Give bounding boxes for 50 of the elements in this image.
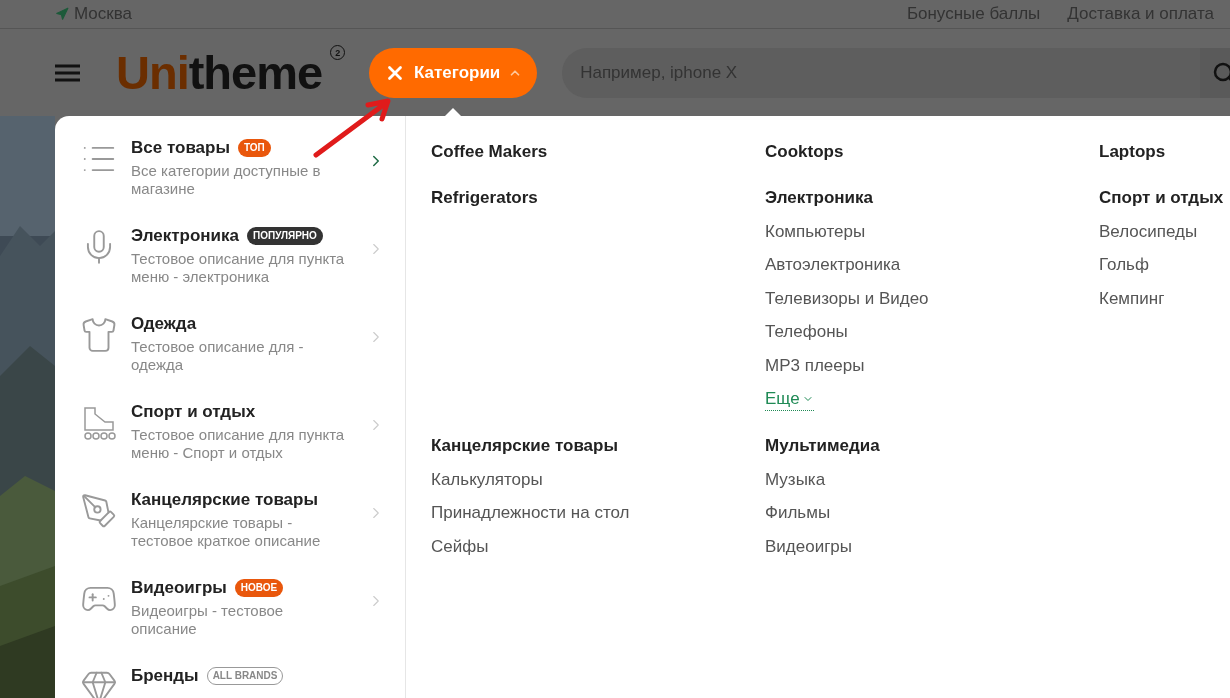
category-heading-link[interactable]: Мультимедиа [765, 435, 1099, 457]
category-title: Все товары [131, 138, 230, 158]
subcategory-link[interactable]: Калькуляторы [431, 468, 765, 491]
subcategory-link[interactable]: Велосипеды [1099, 220, 1230, 243]
category-heading-link[interactable]: Канцелярские товары [431, 435, 765, 457]
category-badge: ТОП [238, 139, 271, 157]
category-description: Канцелярские товары - тестовое краткое описание [131, 514, 322, 550]
category-description: Тестовое описание для пункта меню - Спорт и отдых [131, 426, 346, 462]
subcategory-link[interactable]: Телефоны [765, 321, 1099, 343]
category-description: Видеоигры - тестовое описание [131, 602, 285, 638]
category-heading-link[interactable]: Cooktops [765, 141, 1099, 163]
category-menu-item[interactable]: Одежда Тестовое описание для - одежда [55, 312, 405, 400]
category-menu-item[interactable]: Бренды ALL BRANDS [55, 664, 405, 698]
subcategory-link[interactable]: MP3 плееры [765, 354, 1099, 377]
subcategory-link[interactable]: Музыка [765, 468, 1099, 491]
subcategory-link[interactable]: Телевизоры и Видео [765, 287, 1099, 310]
subcategory-link[interactable]: Сейфы [431, 535, 765, 558]
category-heading-link[interactable]: Coffee Makers [431, 141, 765, 163]
category-badge: ПОПУЛЯРНО [247, 227, 323, 245]
category-heading-link[interactable]: Электроника [765, 187, 1099, 209]
location-icon [55, 7, 69, 21]
category-title: Канцелярские товары [131, 490, 318, 510]
subcategory-link[interactable]: Принадлежности на стол [431, 502, 765, 524]
category-menu-item[interactable]: Видеоигры НОВОЕ Видеоигры - тестовое описание [55, 576, 405, 664]
more-link[interactable]: Еще [765, 388, 814, 411]
category-title: Бренды [131, 666, 199, 686]
shirt-icon [80, 316, 118, 354]
subcategory-link[interactable]: Гольф [1099, 254, 1230, 276]
category-heading-link[interactable]: Спорт и отдых [1099, 187, 1230, 209]
category-menu-item[interactable]: Все товары ТОП Все категории доступные в магазине [55, 136, 405, 224]
category-badge: НОВОЕ [234, 579, 284, 597]
category-menu-item[interactable]: Спорт и отдых Тестовое описание для пункта меню - Спорт и отдых [55, 400, 405, 488]
subcategory-link[interactable]: Видеоигры [765, 535, 1099, 558]
category-heading-link[interactable]: Refrigerators [431, 187, 765, 209]
subcategory-link[interactable]: Кемпинг [1099, 287, 1230, 310]
pen-icon [80, 492, 118, 530]
subcategory-link[interactable]: Компьютеры [765, 220, 1099, 243]
category-description: Тестовое описание для - одежда [131, 338, 305, 374]
category-heading-link[interactable]: Laptops [1099, 141, 1230, 163]
category-title: Одежда [131, 314, 197, 334]
category-description: Все категории доступные в магазине [131, 162, 322, 198]
category-menu-item[interactable]: Электроника ПОПУЛЯРНО Тестовое описание для пункта меню - электроника [55, 224, 405, 312]
category-title: Спорт и отдых [131, 402, 256, 422]
category-menu-item[interactable]: Канцелярские товары Канцелярские товары - тестовое краткое описание [55, 488, 405, 576]
category-title: Видеоигры [131, 578, 227, 598]
category-title: Электроника [131, 226, 239, 246]
menu-icon[interactable] [55, 63, 80, 82]
subcategory-link[interactable]: Фильмы [765, 502, 1099, 524]
subcategory-link[interactable]: Автоэлектроника [765, 254, 1099, 276]
category-description: Тестовое описание для пункта меню - электроника [131, 250, 346, 286]
